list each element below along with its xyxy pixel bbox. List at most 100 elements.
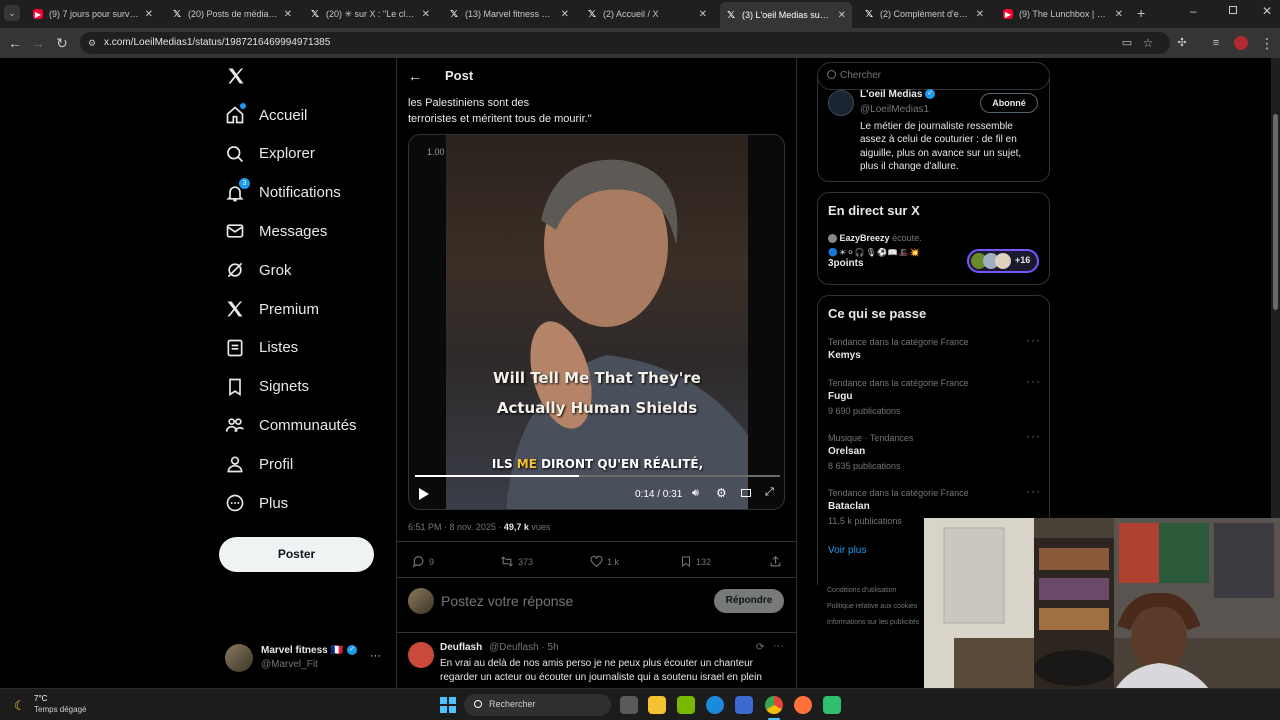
comment-author[interactable]: Deuflash [440, 642, 482, 653]
close-window-icon[interactable]: ✕ [1262, 4, 1272, 18]
pip-icon[interactable] [741, 489, 751, 497]
tab-close-icon[interactable]: ✕ [838, 10, 846, 21]
fullscreen-icon[interactable]: ⤢ [765, 486, 774, 499]
reply-input[interactable]: Postez votre réponse [441, 593, 573, 609]
share-button[interactable] [769, 555, 786, 568]
profile-avatar-icon[interactable] [1232, 34, 1250, 52]
address-bar[interactable]: ⚙ x.com/LoeilMedias1/status/198721646999… [80, 32, 1170, 54]
new-tab-icon[interactable]: + [1137, 5, 1145, 21]
browser-tab[interactable]: 𝕏 (2) Accueil / X ✕ [581, 4, 713, 24]
forward-icon[interactable]: → [29, 34, 47, 52]
sidebar-item-notifications[interactable]: 3 Notifications [225, 177, 341, 208]
weather-icon[interactable]: ☾ [14, 698, 26, 714]
comment-handle[interactable]: @Deuflash · 5h [489, 642, 559, 653]
grok-icon[interactable]: ⟳ [756, 642, 764, 653]
browser-menu-icon[interactable]: ⋮ [1258, 34, 1276, 52]
account-switcher[interactable]: Marvel fitness 🇫🇷 ✓ @Marvel_Fit ··· [225, 642, 390, 672]
trend-item[interactable]: Musique · Tendances Orelsan 8 635 publicat… [828, 433, 1048, 471]
browser-tab[interactable]: 𝕏 (20) Posts de médias de l ✕ [166, 4, 298, 24]
firefox-icon[interactable] [794, 696, 812, 714]
like-button[interactable]: 1 k [590, 555, 619, 568]
sidebar-item-signets[interactable]: Signets [225, 372, 309, 402]
app-icon[interactable] [823, 696, 841, 714]
settings-gear-icon[interactable]: ⚙ [716, 486, 727, 500]
back-arrow-icon[interactable]: ← [408, 68, 422, 84]
edge-icon[interactable] [706, 696, 724, 714]
video-progress-track[interactable] [415, 475, 780, 477]
comment-more-icon[interactable]: ··· [773, 640, 784, 652]
sidebar-item-explorer[interactable]: Explorer [225, 139, 315, 169]
footer-link[interactable]: Conditions d'utilisation [827, 583, 919, 599]
tab-close-icon[interactable]: ✕ [561, 9, 569, 20]
extensions-icon[interactable]: ✣ [1173, 34, 1191, 52]
sidebar-item-grok[interactable]: Grok [225, 255, 292, 285]
tab-close-icon[interactable]: ✕ [1115, 9, 1123, 20]
taskbar-search[interactable]: Rechercher [464, 694, 611, 716]
browser-tab[interactable]: 𝕏 (20) ✳ sur X : "Le clash b ✕ [304, 4, 436, 24]
sidebar-item-communautes[interactable]: Communautés [225, 410, 357, 440]
weather-temp[interactable]: 7°C [34, 694, 47, 703]
footer-link[interactable]: Politique relative aux cookies [827, 599, 919, 615]
trend-more-icon[interactable]: ··· [1026, 484, 1041, 498]
browser-tab[interactable]: 𝕏 (2) Complément d'enquête ✕ [858, 4, 990, 24]
file-explorer-icon[interactable] [648, 696, 666, 714]
sidebar-item-premium[interactable]: Premium [225, 294, 319, 324]
cast-icon[interactable]: ▭ [1118, 34, 1136, 52]
scrollbar-thumb[interactable] [1273, 114, 1278, 310]
profile-handle[interactable]: @LoeilMedias1 [860, 104, 929, 115]
listeners-pill[interactable]: +16 [967, 249, 1039, 273]
browser-tab[interactable]: 𝕏 (3) L'oeil Medias sur X : "L ✕ [720, 2, 852, 28]
comment-avatar[interactable] [408, 642, 434, 668]
tab-close-icon[interactable]: ✕ [976, 9, 984, 20]
tweet-timestamp[interactable]: 6:51 PM · 8 nov. 2025 · [408, 522, 504, 532]
follow-button[interactable]: Abonné [980, 93, 1038, 113]
chrome-icon[interactable] [765, 696, 783, 714]
profile-avatar[interactable] [828, 90, 854, 116]
account-more-icon[interactable]: ··· [370, 650, 381, 662]
x-logo-icon[interactable] [226, 66, 246, 86]
sidebar-item-listes[interactable]: Listes [225, 333, 298, 363]
footer-link[interactable]: Informations sur les publicités [827, 615, 919, 631]
see-more-link[interactable]: Voir plus [828, 545, 866, 556]
trend-item[interactable]: Tendance dans la catégorie France Fugu 9 6… [828, 378, 1048, 416]
tab-close-icon[interactable]: ✕ [284, 9, 292, 20]
bookmark-button[interactable]: 132 [680, 555, 711, 568]
browser-tab[interactable]: ▶ (9) 7 jours pour survivre en ✕ [27, 4, 159, 24]
repost-button[interactable]: 373 [500, 555, 533, 568]
task-view-icon[interactable] [620, 696, 638, 714]
profile-name[interactable]: L'oeil Medias ✓ [860, 89, 936, 100]
trend-more-icon[interactable]: ··· [1026, 333, 1041, 347]
sidebar-item-accueil[interactable]: Accueil [225, 100, 307, 130]
tab-list-dropdown-icon[interactable]: ⌄ [4, 5, 20, 21]
store-icon[interactable] [735, 696, 753, 714]
reload-icon[interactable]: ↻ [53, 34, 71, 52]
back-icon[interactable]: ← [6, 34, 24, 52]
trend-more-icon[interactable]: ··· [1026, 374, 1041, 388]
video-player[interactable]: 1.00 Will Tell Me That They're Actually … [408, 134, 785, 510]
media-controls-icon[interactable]: ≡ [1207, 34, 1225, 52]
weather-desc[interactable]: Temps dégagé [34, 705, 86, 714]
reply-submit-button[interactable]: Répondre [714, 589, 784, 613]
play-icon[interactable] [419, 488, 429, 500]
tab-close-icon[interactable]: ✕ [422, 9, 430, 20]
maximize-icon[interactable] [1229, 6, 1237, 14]
post-button[interactable]: Poster [219, 537, 374, 572]
reply-button[interactable]: 9 [412, 555, 434, 568]
sidebar-item-plus[interactable]: Plus [225, 488, 288, 518]
site-info-icon[interactable]: ⚙ [88, 32, 96, 54]
tab-close-icon[interactable]: ✕ [699, 9, 707, 20]
browser-tab[interactable]: 𝕏 (13) Marvel fitness 🇫🇷 (@M ✕ [443, 4, 575, 24]
sidebar-item-messages[interactable]: Messages [225, 216, 327, 246]
trend-more-icon[interactable]: ··· [1026, 429, 1041, 443]
nvidia-icon[interactable] [677, 696, 695, 714]
tab-close-icon[interactable]: ✕ [145, 9, 153, 20]
live-space[interactable]: EazyBreezy écoute. 🔵☀⚪🎧🎙⚽📖🎩💥 3points +16 [828, 233, 1040, 277]
sidebar-item-profil[interactable]: Profil [225, 449, 293, 479]
minimize-icon[interactable]: – [1190, 4, 1197, 18]
bookmark-star-icon[interactable]: ☆ [1139, 34, 1157, 52]
sidebar-item-label: Communautés [259, 416, 357, 434]
volume-icon[interactable]: 🔊︎ [692, 487, 699, 500]
start-icon[interactable] [440, 697, 456, 713]
browser-tab[interactable]: ▶ (9) The Lunchbox | Official ✕ [997, 4, 1129, 24]
trend-item[interactable]: Tendance dans la catégorie France Kemys [828, 337, 1048, 361]
